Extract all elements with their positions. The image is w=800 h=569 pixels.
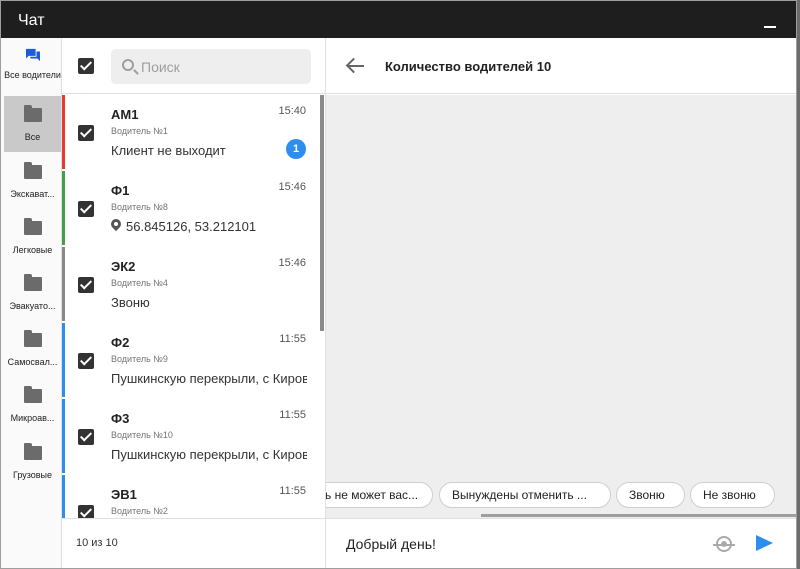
driver-label: Водитель №1 xyxy=(111,126,168,136)
location-pin-icon xyxy=(111,219,121,232)
last-message: Пушкинскую перекрыли, с Кировской xyxy=(111,371,307,386)
back-arrow-icon[interactable] xyxy=(345,56,365,76)
rail-item-label: Все xyxy=(24,132,41,142)
driver-label: Водитель №8 xyxy=(111,202,168,212)
selection-count: 10 из 10 xyxy=(76,537,118,549)
chat-list-scrollbar[interactable] xyxy=(320,95,324,331)
quick-replies: ь не может вас... Вынуждены отменить ...… xyxy=(326,480,796,510)
window-title: Чат xyxy=(18,12,45,29)
rail-item-label: Эвакуато... xyxy=(9,301,56,311)
chat-list-item[interactable]: Ф3 Водитель №10 Пушкинскую перекрыли, с … xyxy=(62,399,320,473)
title-bar: Чат xyxy=(1,1,796,38)
quick-reply-chip[interactable]: ь не может вас... xyxy=(326,482,433,508)
quick-reply-chip[interactable]: Вынуждены отменить ... xyxy=(439,482,611,508)
chat-list-footer: 10 из 10 xyxy=(62,518,326,568)
message-input[interactable] xyxy=(346,533,706,555)
rail-item-label: Грузовые xyxy=(12,470,53,480)
location-crosshair-icon[interactable] xyxy=(713,536,735,552)
chat-icon xyxy=(26,48,40,62)
folder-icon xyxy=(24,162,42,179)
last-message: Клиент не выходит xyxy=(111,143,226,158)
chat-list-item[interactable]: Ф1 Водитель №8 56.845126, 53.212101 15:4… xyxy=(62,171,320,245)
message-input-bar xyxy=(326,518,796,568)
search-input[interactable] xyxy=(141,57,301,77)
rail-item-label: Микроав... xyxy=(10,413,55,423)
rail-item-all-drivers[interactable]: Все водители xyxy=(4,40,61,96)
chat-list: АМ1 Водитель №1 Клиент не выходит 15:40 … xyxy=(62,95,326,518)
chat-name: Ф1 xyxy=(111,183,130,198)
rail-item-label: Самосвал... xyxy=(7,357,58,367)
message-time: 11:55 xyxy=(279,333,306,345)
chat-name: ЭВ1 xyxy=(111,487,137,502)
message-area: ь не может вас... Вынуждены отменить ...… xyxy=(326,95,796,518)
chat-name: АМ1 xyxy=(111,107,139,122)
message-time: 15:46 xyxy=(278,181,306,193)
group-rail: Все водители Все Экскават... Легковые Эв… xyxy=(1,38,62,568)
status-bar xyxy=(62,171,65,245)
rail-item-dump-trucks[interactable]: Самосвал... xyxy=(4,321,61,377)
last-message: Пушкинскую перекрыли, с Кировской xyxy=(111,447,307,462)
driver-label: Водитель №2 xyxy=(111,506,168,516)
rail-item-tow-trucks[interactable]: Эвакуато... xyxy=(4,265,61,321)
chat-list-item[interactable]: ЭВ1 Водитель №2 11:55 xyxy=(62,475,320,518)
conversation-panel: Количество водителей 10 ь не может вас..… xyxy=(326,38,796,568)
chat-name: Ф3 xyxy=(111,411,130,426)
folder-icon xyxy=(24,443,42,460)
status-bar xyxy=(62,323,65,397)
chat-window: Чат Все водители Все Экскават... Легковы… xyxy=(0,0,797,569)
quick-reply-chip[interactable]: Звоню xyxy=(616,482,685,508)
conversation-header: Количество водителей 10 xyxy=(326,38,796,94)
message-time: 11:55 xyxy=(279,485,306,497)
folder-icon xyxy=(24,330,42,347)
driver-label: Водитель №4 xyxy=(111,278,168,288)
chat-name: Ф2 xyxy=(111,335,130,350)
select-all-checkbox[interactable] xyxy=(78,58,94,74)
rail-item-cars[interactable]: Легковые xyxy=(4,209,61,265)
chat-checkbox[interactable] xyxy=(78,353,94,369)
chat-list-item[interactable]: ЭК2 Водитель №4 Звоню 15:46 xyxy=(62,247,320,321)
chat-list-panel: АМ1 Водитель №1 Клиент не выходит 15:40 … xyxy=(62,38,326,568)
folder-icon xyxy=(24,386,42,403)
chat-checkbox[interactable] xyxy=(78,125,94,141)
folder-icon xyxy=(24,218,42,235)
chat-list-item[interactable]: АМ1 Водитель №1 Клиент не выходит 15:40 … xyxy=(62,95,320,169)
chat-list-header xyxy=(62,38,326,94)
conversation-title: Количество водителей 10 xyxy=(385,59,552,74)
folder-icon xyxy=(24,105,42,122)
unread-badge: 1 xyxy=(286,139,306,159)
chat-name: ЭК2 xyxy=(111,259,136,274)
status-bar xyxy=(62,247,65,321)
rail-item-label: Экскават... xyxy=(10,189,55,199)
quick-reply-chip[interactable]: Не звоню xyxy=(690,482,775,508)
chat-checkbox[interactable] xyxy=(78,277,94,293)
status-bar xyxy=(62,475,65,518)
chat-checkbox[interactable] xyxy=(78,505,94,518)
rail-item-minibuses[interactable]: Микроав... xyxy=(4,377,61,433)
rail-item-trucks[interactable]: Грузовые xyxy=(4,434,61,490)
status-bar xyxy=(62,95,65,169)
rail-item-label: Все водители xyxy=(4,70,61,80)
chat-checkbox[interactable] xyxy=(78,201,94,217)
quick-replies-scrollbar[interactable] xyxy=(481,514,796,517)
driver-label: Водитель №10 xyxy=(111,430,173,440)
rail-item-excavators[interactable]: Экскават... xyxy=(4,153,61,209)
last-message: Звоню xyxy=(111,295,150,310)
rail-item-label: Легковые xyxy=(12,245,53,255)
chat-checkbox[interactable] xyxy=(78,429,94,445)
minimize-icon[interactable] xyxy=(764,26,776,28)
status-bar xyxy=(62,399,65,473)
search-icon xyxy=(122,59,134,71)
search-box[interactable] xyxy=(111,49,311,84)
message-time: 11:55 xyxy=(279,409,306,421)
folder-icon xyxy=(24,274,42,291)
driver-label: Водитель №9 xyxy=(111,354,168,364)
rail-item-all[interactable]: Все xyxy=(4,96,61,152)
message-time: 15:40 xyxy=(278,105,306,117)
location-coordinates: 56.845126, 53.212101 xyxy=(126,219,257,234)
last-message-location: 56.845126, 53.212101 xyxy=(111,219,307,234)
send-icon[interactable] xyxy=(756,535,773,551)
message-time: 15:46 xyxy=(278,257,306,269)
chat-list-item[interactable]: Ф2 Водитель №9 Пушкинскую перекрыли, с К… xyxy=(62,323,320,397)
